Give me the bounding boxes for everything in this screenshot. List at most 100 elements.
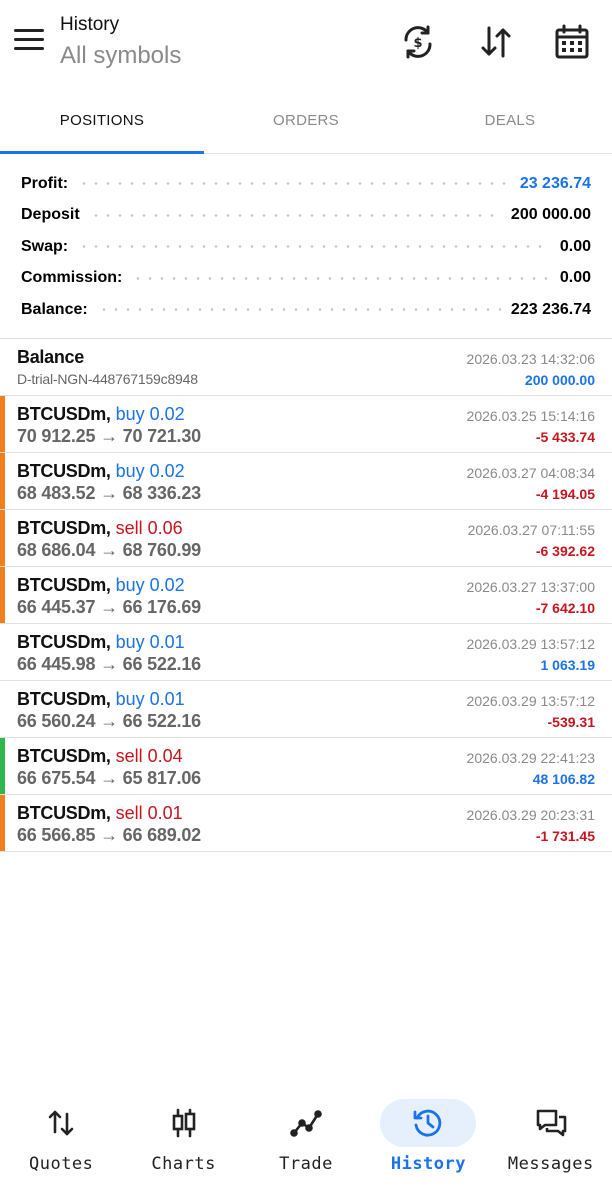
position-side: sell 0.04	[115, 746, 183, 766]
status-bar	[0, 453, 5, 509]
position-pnl: -4 194.05	[535, 486, 595, 502]
tab-deals[interactable]: DEALS	[408, 96, 612, 153]
position-prices: 66 675.54 → 65 817.06	[17, 768, 201, 788]
position-pnl: 48 106.82	[532, 771, 595, 787]
position-time: 2026.03.29 13:57:12	[466, 636, 595, 652]
menu-icon[interactable]	[14, 29, 44, 53]
position-time: 2026.03.27 13:37:00	[466, 579, 595, 595]
position-time: 2026.03.27 07:11:55	[467, 522, 595, 538]
position-row[interactable]: BTCUSDm, sell 0.06 68 686.04 → 68 760.99 20…	[0, 510, 612, 567]
summary-deposit: Deposit 200 000.00	[0, 200, 612, 232]
position-prices: 70 912.25 → 70 721.30	[17, 426, 201, 446]
dot-leader	[89, 213, 501, 217]
messages-icon	[534, 1106, 568, 1140]
position-side: buy 0.01	[115, 689, 185, 709]
nav-trade[interactable]: Trade	[245, 1092, 367, 1200]
dot-leader	[78, 245, 550, 249]
quotes-arrows-icon	[44, 1106, 78, 1140]
page-title: History	[60, 14, 120, 35]
position-header: BTCUSDm, sell 0.01	[17, 803, 183, 824]
position-header: BTCUSDm, buy 0.02	[17, 461, 185, 482]
swap-value: 0.00	[559, 237, 591, 255]
position-side: buy 0.01	[115, 632, 185, 652]
position-symbol: BTCUSDm,	[17, 575, 111, 595]
position-pnl: -539.31	[547, 714, 595, 730]
position-pnl: -5 433.74	[535, 429, 595, 445]
position-time: 2026.03.29 20:23:31	[466, 807, 595, 823]
position-symbol: BTCUSDm,	[17, 518, 111, 538]
position-prices: 66 445.37 → 66 176.69	[17, 597, 201, 617]
sync-currency-icon[interactable]: $	[398, 22, 438, 62]
position-side: buy 0.02	[115, 404, 185, 424]
position-header: BTCUSDm, buy 0.01	[17, 689, 185, 710]
summary-balance: Balance: 223 236.74	[0, 294, 612, 326]
history-clock-icon	[411, 1106, 445, 1140]
position-side: buy 0.02	[115, 575, 185, 595]
sort-icon[interactable]	[476, 22, 516, 62]
profit-label: Profit:	[21, 174, 69, 192]
svg-text:$: $	[413, 36, 422, 51]
position-prices: 68 483.52 → 68 336.23	[17, 483, 201, 503]
position-row[interactable]: BTCUSDm, sell 0.01 66 566.85 → 66 689.02 20…	[0, 795, 612, 852]
status-bar	[0, 681, 5, 737]
calendar-icon[interactable]	[552, 22, 592, 62]
symbol-filter[interactable]: All symbols	[60, 42, 181, 70]
commission-label: Commission:	[21, 269, 123, 287]
position-header: BTCUSDm, buy 0.01	[17, 632, 185, 653]
position-row[interactable]: BTCUSDm, sell 0.04 66 675.54 → 65 817.06 20…	[0, 738, 612, 795]
nav-charts[interactable]: Charts	[122, 1092, 244, 1200]
nav-label: Quotes	[28, 1154, 94, 1174]
position-symbol: BTCUSDm,	[17, 404, 111, 424]
nav-label: Messages	[507, 1154, 594, 1174]
position-symbol: BTCUSDm,	[17, 689, 111, 709]
position-header: BTCUSDm, buy 0.02	[17, 575, 185, 596]
status-bar	[0, 624, 5, 680]
app-header: History All symbols $	[0, 0, 612, 92]
position-symbol: BTCUSDm,	[17, 632, 111, 652]
position-row[interactable]: BTCUSDm, buy 0.02 66 445.37 → 66 176.69 202…	[0, 567, 612, 624]
position-row[interactable]: BTCUSDm, buy 0.02 68 483.52 → 68 336.23 202…	[0, 453, 612, 510]
nav-quotes[interactable]: Quotes	[0, 1092, 122, 1200]
trade-line-icon	[289, 1106, 323, 1140]
position-pnl: -7 642.10	[535, 600, 595, 616]
position-row[interactable]: BTCUSDm, buy 0.02 70 912.25 → 70 721.30 202…	[0, 396, 612, 453]
deposit-value: 200 000.00	[510, 206, 591, 224]
position-pnl: -6 392.62	[535, 543, 595, 559]
status-bar	[0, 795, 5, 851]
entry-amount: 200 000.00	[524, 372, 595, 388]
position-prices: 66 445.98 → 66 522.16	[17, 654, 201, 674]
position-side: sell 0.06	[115, 518, 183, 538]
tab-orders[interactable]: ORDERS	[204, 96, 408, 153]
nav-label: History	[390, 1154, 466, 1174]
position-row[interactable]: BTCUSDm, buy 0.01 66 445.98 → 66 522.16 202…	[0, 624, 612, 681]
position-time: 2026.03.27 04:08:34	[466, 465, 595, 481]
nav-history[interactable]: History	[367, 1092, 489, 1200]
position-time: 2026.03.29 22:41:23	[466, 750, 595, 766]
position-symbol: BTCUSDm,	[17, 803, 111, 823]
status-bar	[0, 738, 5, 794]
nav-messages[interactable]: Messages	[490, 1092, 612, 1200]
position-prices: 68 686.04 → 68 760.99	[17, 540, 201, 560]
tab-positions[interactable]: POSITIONS	[0, 96, 204, 154]
status-bar	[0, 396, 5, 452]
position-pnl: -1 731.45	[535, 828, 595, 844]
deposit-label: Deposit	[21, 206, 80, 224]
position-symbol: BTCUSDm,	[17, 461, 111, 481]
dot-leader	[97, 308, 501, 312]
summary-swap: Swap: 0.00	[0, 231, 612, 263]
swap-label: Swap:	[21, 237, 69, 255]
position-time: 2026.03.29 13:57:12	[466, 693, 595, 709]
summary-panel: Profit: 23 236.74 Deposit 200 000.00 Swa…	[0, 168, 612, 326]
dot-leader	[132, 276, 550, 280]
balance-entry-title: Balance	[17, 347, 84, 367]
history-tabs: POSITIONS ORDERS DEALS	[0, 96, 612, 154]
balance-entry-row[interactable]: Balance D-trial-NGN-448767159c8948 2026.…	[0, 339, 612, 396]
position-pnl: 1 063.19	[540, 657, 596, 673]
nav-label: Trade	[279, 1154, 333, 1174]
position-symbol: BTCUSDm,	[17, 746, 111, 766]
summary-profit: Profit: 23 236.74	[0, 168, 612, 200]
summary-commission: Commission: 0.00	[0, 263, 612, 295]
bottom-nav: Quotes Charts Trade History Messages	[0, 1092, 612, 1200]
nav-label: Charts	[151, 1154, 216, 1174]
position-row[interactable]: BTCUSDm, buy 0.01 66 560.24 → 66 522.16 202…	[0, 681, 612, 738]
